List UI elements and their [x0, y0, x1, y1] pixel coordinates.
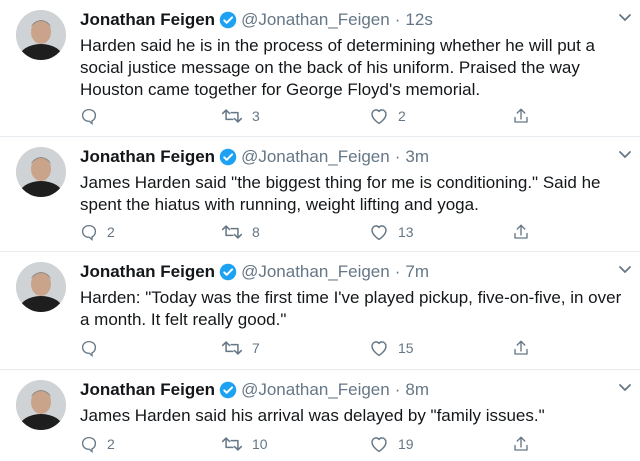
avatar[interactable] [16, 10, 66, 60]
reply-button[interactable] [80, 339, 107, 357]
separator-dot: · [394, 380, 401, 399]
handle[interactable]: @Jonathan_Feigen [241, 147, 390, 167]
chevron-down-icon[interactable] [618, 380, 632, 398]
retweet-count: 8 [252, 224, 260, 240]
reply-button[interactable] [80, 107, 107, 125]
separator-dot: · [394, 262, 401, 281]
timestamp[interactable]: 7m [405, 262, 429, 282]
like-button[interactable]: 2 [369, 107, 406, 125]
chevron-down-icon[interactable] [618, 147, 632, 165]
retweet-icon [221, 435, 243, 453]
tweet-text: James Harden said his arrival was delaye… [80, 406, 545, 425]
retweet-button[interactable]: 8 [221, 223, 260, 241]
verified-badge-icon [219, 263, 237, 281]
display-name[interactable]: Jonathan Feigen [80, 380, 215, 400]
tweet[interactable]: Jonathan Feigen @Jonathan_Feigen · 12s H… [0, 0, 640, 137]
reply-button[interactable]: 2 [80, 435, 115, 453]
handle[interactable]: @Jonathan_Feigen [241, 10, 390, 30]
like-button[interactable]: 19 [369, 435, 414, 453]
timestamp[interactable]: 12s [405, 10, 432, 30]
like-count: 2 [398, 108, 406, 124]
separator-dot: · [394, 10, 401, 29]
reply-icon [80, 339, 98, 357]
tweet-text: James Harden said "the biggest thing for… [80, 173, 601, 214]
share-icon [512, 107, 530, 125]
reply-count: 2 [107, 436, 115, 452]
tweet[interactable]: Jonathan Feigen @Jonathan_Feigen · 8m Ja… [0, 370, 640, 461]
verified-badge-icon [219, 381, 237, 399]
separator-dot: · [394, 147, 401, 166]
display-name[interactable]: Jonathan Feigen [80, 147, 215, 167]
chevron-down-icon[interactable] [618, 10, 632, 28]
like-button[interactable]: 13 [369, 223, 414, 241]
chevron-down-icon[interactable] [618, 262, 632, 280]
reply-icon [80, 435, 98, 453]
share-button[interactable] [512, 223, 530, 241]
reply-icon [80, 107, 98, 125]
retweet-icon [221, 223, 243, 241]
share-icon [512, 339, 530, 357]
verified-badge-icon [219, 148, 237, 166]
reply-icon [80, 223, 98, 241]
display-name[interactable]: Jonathan Feigen [80, 262, 215, 282]
handle[interactable]: @Jonathan_Feigen [241, 380, 390, 400]
share-icon [512, 435, 530, 453]
share-button[interactable] [512, 339, 530, 357]
display-name[interactable]: Jonathan Feigen [80, 10, 215, 30]
share-icon [512, 223, 530, 241]
retweet-icon [221, 107, 243, 125]
tweet-feed: Jonathan Feigen @Jonathan_Feigen · 12s H… [0, 0, 640, 461]
like-icon [369, 339, 389, 357]
retweet-count: 3 [252, 108, 260, 124]
like-icon [369, 223, 389, 241]
retweet-icon [221, 339, 243, 357]
timestamp[interactable]: 8m [405, 380, 429, 400]
retweet-count: 7 [252, 340, 260, 356]
retweet-count: 10 [252, 436, 268, 452]
retweet-button[interactable]: 10 [221, 435, 268, 453]
reply-count: 2 [107, 224, 115, 240]
like-count: 13 [398, 224, 414, 240]
retweet-button[interactable]: 7 [221, 339, 260, 357]
like-count: 15 [398, 340, 414, 356]
like-count: 19 [398, 436, 414, 452]
like-button[interactable]: 15 [369, 339, 414, 357]
share-button[interactable] [512, 435, 530, 453]
share-button[interactable] [512, 107, 530, 125]
tweet[interactable]: Jonathan Feigen @Jonathan_Feigen · 7m Ha… [0, 252, 640, 370]
avatar[interactable] [16, 262, 66, 312]
tweet-text: Harden said he is in the process of dete… [80, 36, 596, 99]
reply-button[interactable]: 2 [80, 223, 115, 241]
avatar[interactable] [16, 380, 66, 430]
avatar[interactable] [16, 147, 66, 197]
like-icon [369, 107, 389, 125]
verified-badge-icon [219, 11, 237, 29]
like-icon [369, 435, 389, 453]
tweet-text: Harden: "Today was the first time I've p… [80, 288, 622, 329]
tweet[interactable]: Jonathan Feigen @Jonathan_Feigen · 3m Ja… [0, 137, 640, 252]
timestamp[interactable]: 3m [405, 147, 429, 167]
retweet-button[interactable]: 3 [221, 107, 260, 125]
handle[interactable]: @Jonathan_Feigen [241, 262, 390, 282]
